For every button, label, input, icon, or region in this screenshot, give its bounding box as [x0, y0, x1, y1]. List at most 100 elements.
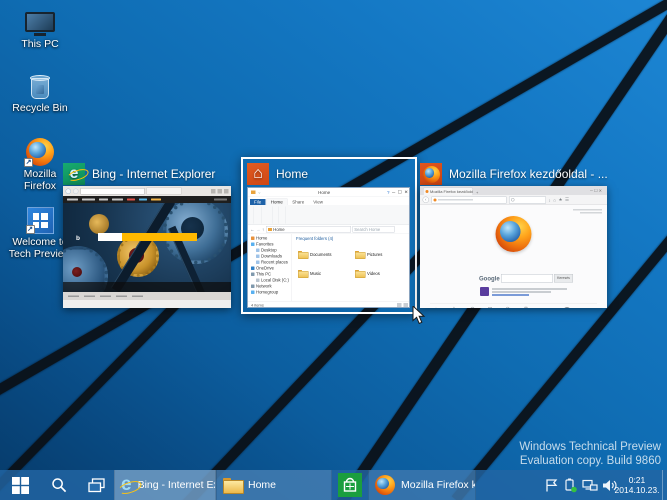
back-icon[interactable]: ‹: [422, 196, 429, 203]
window-title: Home: [276, 167, 309, 181]
build-watermark: Windows Technical Preview Evaluation cop…: [519, 441, 661, 467]
clock-date: 2014.10.23.: [614, 485, 660, 495]
system-tray: [544, 470, 618, 500]
tab-title: Mozilla Firefox kezdőoldal: [430, 189, 473, 194]
firefox-icon: ↗: [8, 136, 72, 167]
address-text: Home: [273, 226, 285, 232]
new-tab-icon[interactable]: +: [476, 191, 478, 196]
promo-link[interactable]: [492, 294, 529, 296]
ie-status-bar: [63, 300, 231, 308]
switcher-thumbnail-firefox[interactable]: Mozilla Firefox kezdőoldal + ─ ☐ ✕ ‹ ↓ ⌂…: [420, 186, 607, 308]
promo-icon: [480, 287, 489, 296]
folder-item[interactable]: Documents: [298, 251, 332, 259]
tab-file[interactable]: File: [250, 199, 266, 205]
internet-explorer-icon: e: [121, 474, 132, 495]
taskbar-clock[interactable]: 0:21 2014.10.23.: [612, 470, 662, 500]
start-history[interactable]: ⟲Előzmények: [464, 306, 480, 308]
group-header[interactable]: Frequent folders (4): [296, 236, 333, 241]
internet-explorer-icon: e: [63, 163, 85, 185]
folder-item[interactable]: Pictures: [355, 251, 382, 259]
start-downloads[interactable]: ↓Letöltések: [428, 306, 444, 308]
sync-promo-icon: [563, 307, 571, 308]
taskbar-button-firefox[interactable]: Mozilla Firefox ke...: [368, 470, 476, 500]
desktop-icon-label: Recycle Bin: [12, 102, 68, 114]
tab-share[interactable]: Share: [288, 199, 308, 205]
taskbar: e Bing - Internet Ex... Home Mozilla Fir…: [0, 470, 667, 500]
action-center-flag-icon[interactable]: [544, 478, 559, 493]
firefox-tab-strip: Mozilla Firefox kezdőoldal + ─ ☐ ✕: [420, 186, 607, 195]
google-search-input[interactable]: [501, 274, 553, 283]
switcher-selection-home[interactable]: ⌂ Home ⌄ Home ? ─ ☐ ✕ File Home Share View: [241, 157, 417, 314]
folder-icon: [355, 270, 366, 278]
address-field[interactable]: Home: [265, 226, 351, 233]
desktop-icon-recycle-bin[interactable]: Recycle Bin: [8, 70, 72, 114]
desktop-icon-this-pc[interactable]: This PC: [8, 6, 72, 50]
start-bookmarks[interactable]: ★Könyvjelzők: [446, 306, 462, 308]
taskbar-button-label: Bing - Internet Ex...: [137, 479, 215, 491]
explorer-window-title: Home: [318, 189, 331, 195]
back-icon: [65, 188, 71, 194]
computer-icon: [8, 6, 72, 36]
explorer-titlebar: ⌄ Home ? ─ ☐ ✕: [248, 188, 409, 197]
explorer-ribbon: [248, 205, 409, 225]
firefox-logo: [495, 216, 532, 252]
switcher-thumbnail-home[interactable]: ⌄ Home ? ─ ☐ ✕ File Home Share View ← → …: [247, 187, 410, 308]
start-settings[interactable]: ⚙Beállítások: [518, 306, 534, 308]
explorer-nav-pane: Home Favorites Desktop Downloads Recent …: [248, 234, 292, 301]
firefox-start-page: Google Keresés ↓Letöltések ★Könyvjelzők …: [420, 205, 607, 308]
window-controls[interactable]: ─ ☐ ✕: [590, 189, 602, 194]
taskbar-button-explorer[interactable]: Home: [216, 470, 332, 500]
tree-item[interactable]: Homegroup: [248, 289, 292, 295]
back-icon[interactable]: ←: [250, 227, 255, 232]
ie-toolbar: [63, 186, 231, 196]
home-folder-icon: ⌂: [247, 163, 269, 185]
clock-time: 0:21: [628, 474, 646, 485]
taskbar-button-ie[interactable]: e Bing - Internet Ex...: [114, 470, 216, 500]
show-desktop-button[interactable]: [662, 470, 667, 500]
desktop-icon-label: This PC: [21, 38, 59, 50]
network-icon[interactable]: [582, 478, 598, 493]
browser-tab[interactable]: Mozilla Firefox kezdőoldal: [423, 187, 473, 195]
google-search-button[interactable]: Keresés: [554, 274, 573, 283]
favicon: [425, 190, 429, 193]
switcher-title-home: ⌂ Home: [247, 163, 308, 185]
firefox-icon: [420, 163, 442, 185]
shortcut-arrow-icon: ↗: [25, 225, 35, 234]
start-sync[interactable]: ⟳Sync: [500, 306, 516, 308]
switcher-thumbnail-ie[interactable]: b: [63, 186, 231, 308]
mouse-cursor: [412, 306, 426, 325]
tab-view[interactable]: View: [309, 199, 327, 205]
folder-icon: [355, 251, 366, 259]
window-title: Mozilla Firefox kezdőoldal - ...: [449, 167, 608, 181]
search-field[interactable]: [509, 196, 546, 204]
file-explorer-icon: [223, 478, 244, 494]
up-icon[interactable]: ↑: [262, 227, 264, 232]
bing-page-image: b: [63, 203, 231, 292]
folder-item[interactable]: Videos: [355, 270, 380, 278]
taskbar-button-store[interactable]: [332, 470, 368, 500]
menu-icon[interactable]: ☰: [565, 197, 569, 203]
url-field[interactable]: [431, 196, 507, 204]
explorer-status-bar: 4 items: [248, 301, 409, 307]
explorer-ribbon-tabs: File Home Share View: [248, 197, 409, 205]
tab-home[interactable]: Home: [266, 198, 288, 205]
download-icon[interactable]: ↓: [549, 197, 551, 202]
search-field[interactable]: Search Home: [352, 226, 395, 233]
start-addons[interactable]: ⊞Kiegészítők: [482, 306, 498, 308]
forward-icon[interactable]: →: [256, 227, 261, 232]
firefox-icon: [375, 475, 395, 495]
recycle-bin-icon: [8, 70, 72, 100]
bookmark-icon[interactable]: ★: [558, 197, 562, 203]
bing-logo: b: [76, 234, 80, 242]
search-icon: [52, 478, 67, 493]
switcher-title-ie: e Bing - Internet Explorer: [63, 163, 215, 185]
taskbar-button-label: Home: [248, 479, 277, 491]
start-button[interactable]: [0, 470, 40, 500]
task-view-button[interactable]: [78, 470, 114, 500]
firefox-nav-bar: ‹ ↓ ⌂ ★ ☰: [420, 195, 607, 205]
windows-logo-icon: [11, 476, 29, 494]
home-icon[interactable]: ⌂: [553, 197, 556, 202]
search-button[interactable]: [40, 470, 78, 500]
remove-hardware-icon[interactable]: [563, 478, 578, 493]
folder-item[interactable]: Music: [298, 270, 321, 278]
